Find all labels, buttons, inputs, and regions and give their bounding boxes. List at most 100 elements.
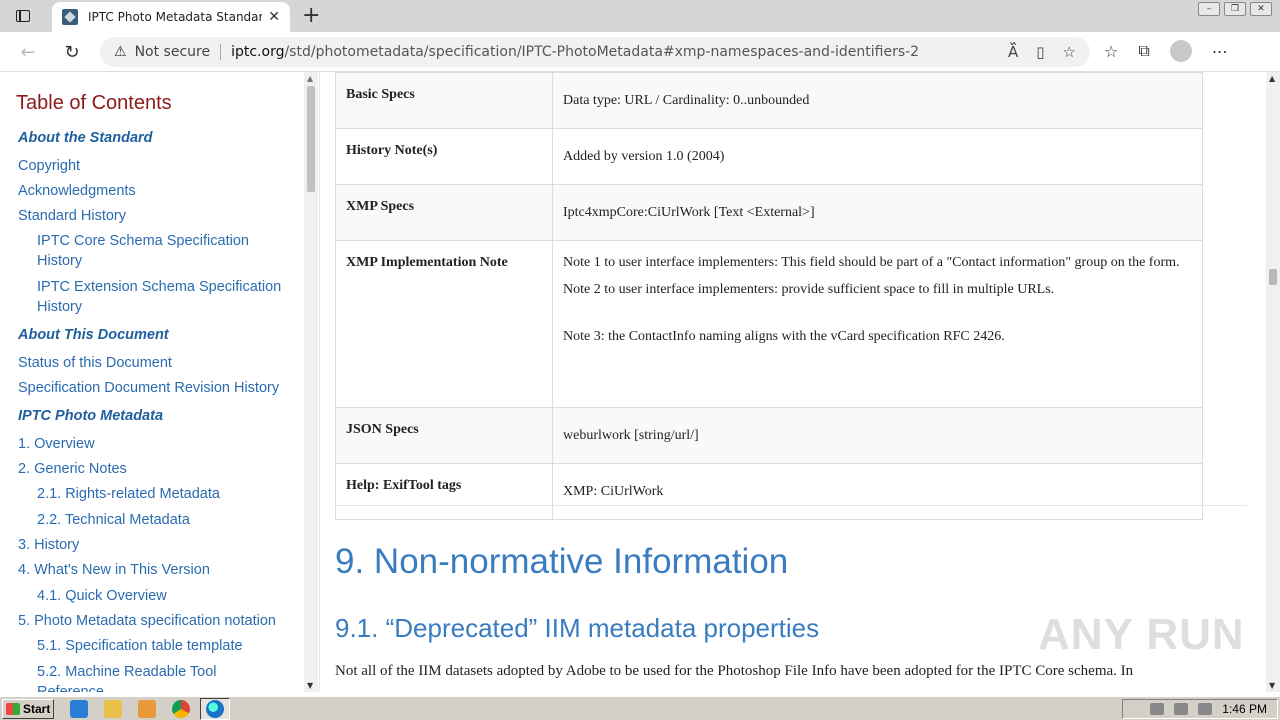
toc-item[interactable]: 2.1. Rights-related Metadata bbox=[0, 484, 300, 504]
address-bar[interactable]: ⚠ Not secure iptc.org/std/photometadata/… bbox=[100, 37, 1090, 67]
clock[interactable]: 1:46 PM bbox=[1222, 702, 1267, 716]
toc-item[interactable]: Status of this Document bbox=[0, 353, 300, 373]
spec-value-text: Added by version 1.0 (2004) bbox=[563, 149, 725, 164]
reader-view-icon[interactable]: ▯ bbox=[1036, 43, 1044, 61]
toc-item[interactable]: 2. Generic Notes bbox=[0, 459, 300, 479]
close-window-button[interactable]: ✕ bbox=[1250, 2, 1272, 16]
warning-icon[interactable]: ⚠ bbox=[114, 44, 127, 60]
toc-list: About the Standard Copyright Acknowledgm… bbox=[0, 128, 300, 692]
window-controls: – ❐ ✕ bbox=[1198, 2, 1272, 16]
system-tray: 1:46 PM bbox=[1122, 699, 1278, 719]
spec-value: XMP: CiUrlWork bbox=[552, 463, 1203, 520]
page-scroll-thumb[interactable] bbox=[1269, 269, 1277, 285]
toc-item[interactable]: 4.1. Quick Overview bbox=[0, 586, 300, 606]
toolbar-icons: ☆ ⧉ ⋯ bbox=[1104, 40, 1228, 62]
spec-value-text: weburlwork [string/url/] bbox=[563, 428, 699, 443]
toc-item[interactable]: Specification Document Revision History bbox=[0, 378, 300, 398]
spec-key: JSON Specs bbox=[335, 407, 553, 464]
start-label: Start bbox=[23, 702, 51, 716]
table-row: JSON Specs weburlwork [string/url/] bbox=[335, 407, 1203, 464]
more-menu-icon[interactable]: ⋯ bbox=[1212, 42, 1228, 61]
edge-taskbar-button[interactable] bbox=[200, 698, 230, 720]
toc-item[interactable]: 1. Overview bbox=[0, 434, 300, 454]
back-button[interactable]: ← bbox=[16, 40, 40, 64]
start-button[interactable]: Start bbox=[2, 699, 54, 719]
read-aloud-icon[interactable]: A᷈ bbox=[1008, 43, 1018, 61]
spec-value-text: Note 3: the ContactInfo naming aligns wi… bbox=[563, 329, 1005, 344]
paragraph-text: Not all of the IIM datasets adopted by A… bbox=[335, 663, 1134, 679]
table-row: XMP Specs Iptc4xmpCore:CiUrlWork [Text <… bbox=[335, 184, 1203, 241]
toc-item[interactable]: 3. History bbox=[0, 535, 300, 555]
table-row: History Note(s) Added by version 1.0 (20… bbox=[335, 128, 1203, 185]
spec-value-text: Iptc4xmpCore:CiUrlWork [Text <External>] bbox=[563, 205, 815, 220]
favorites-icon[interactable]: ☆ bbox=[1104, 42, 1118, 61]
table-row: XMP Implementation Note Note 1 to user i… bbox=[335, 240, 1203, 408]
not-secure-label[interactable]: Not secure bbox=[135, 44, 211, 60]
scroll-up-icon[interactable]: ▲ bbox=[307, 74, 313, 83]
collections-icon[interactable]: ⧉ bbox=[1138, 41, 1149, 61]
toc-item[interactable]: Standard History bbox=[0, 206, 300, 226]
toc-item[interactable]: 5.2. Machine Readable Tool Reference bbox=[0, 662, 240, 692]
spec-key: History Note(s) bbox=[335, 128, 553, 185]
spec-value: Iptc4xmpCore:CiUrlWork [Text <External>] bbox=[552, 184, 1203, 241]
url-text[interactable]: iptc.org/std/photometadata/specification… bbox=[231, 44, 1008, 60]
toc-item[interactable]: 2.2. Technical Metadata bbox=[0, 510, 300, 530]
toc-title: Table of Contents bbox=[16, 92, 172, 114]
spec-value-text: Data type: URL / Cardinality: 0..unbound… bbox=[563, 93, 810, 108]
security-icon[interactable] bbox=[1198, 703, 1213, 715]
spec-value-text: XMP: CiUrlWork bbox=[563, 484, 664, 499]
toc-item[interactable]: Acknowledgments bbox=[0, 181, 300, 201]
tab-title: IPTC Photo Metadata Standard bbox=[88, 10, 263, 24]
anyrun-watermark-logo: ANY RUN bbox=[1038, 610, 1245, 659]
toc-item[interactable]: 5.1. Specification table template bbox=[0, 636, 300, 656]
toc-item[interactable]: About This Document bbox=[0, 325, 300, 345]
new-tab-button[interactable]: + bbox=[302, 4, 320, 28]
toc-sidebar: Table of Contents About the Standard Cop… bbox=[0, 72, 320, 692]
table-row: Help: ExifTool tags XMP: CiUrlWork bbox=[335, 463, 1203, 520]
toc-item[interactable]: 5. Photo Metadata specification notation bbox=[0, 611, 300, 631]
tab-bar: IPTC Photo Metadata Standard ✕ + – ❐ ✕ bbox=[0, 0, 1280, 32]
chrome-icon[interactable] bbox=[172, 700, 190, 718]
spec-table: Basic Specs Data type: URL / Cardinality… bbox=[335, 72, 1203, 520]
edge-icon bbox=[206, 700, 224, 718]
browser-tab[interactable]: IPTC Photo Metadata Standard ✕ bbox=[52, 2, 290, 32]
navigation-bar: ← ↻ ⚠ Not secure iptc.org/std/photometad… bbox=[0, 32, 1280, 72]
subsection-heading: 9.1. “Deprecated” IIM metadata propertie… bbox=[335, 613, 820, 643]
arrow-left-icon: ← bbox=[20, 41, 36, 63]
table-row: Basic Specs Data type: URL / Cardinality… bbox=[335, 72, 1203, 129]
sidebar-scrollbar[interactable]: ▲ ▼ bbox=[304, 72, 318, 692]
restore-button[interactable]: ❐ bbox=[1224, 2, 1246, 16]
url-path: /std/photometadata/specification/IPTC-Ph… bbox=[284, 44, 920, 60]
iptc-favicon-icon bbox=[62, 9, 78, 25]
scroll-down-icon[interactable]: ▼ bbox=[307, 681, 313, 690]
toc-item[interactable]: Copyright bbox=[0, 156, 300, 176]
reload-button[interactable]: ↻ bbox=[60, 40, 84, 64]
scroll-down-icon[interactable]: ▼ bbox=[1269, 681, 1275, 690]
toc-item[interactable]: About the Standard bbox=[0, 128, 300, 148]
toc-item[interactable]: 4. What's New in This Version bbox=[0, 560, 300, 580]
spec-value: Data type: URL / Cardinality: 0..unbound… bbox=[552, 72, 1203, 129]
media-player-icon[interactable] bbox=[138, 700, 156, 718]
network-icon[interactable] bbox=[1174, 703, 1189, 715]
spec-key: XMP Specs bbox=[335, 184, 553, 241]
tab-actions-icon bbox=[16, 10, 30, 22]
spec-key: XMP Implementation Note bbox=[335, 240, 553, 408]
toc-item[interactable]: IPTC Extension Schema Specification Hist… bbox=[0, 277, 300, 317]
toc-item[interactable]: IPTC Photo Metadata bbox=[0, 406, 300, 426]
sidebar-scroll-thumb[interactable] bbox=[307, 86, 315, 192]
page-scrollbar[interactable]: ▲ ▼ bbox=[1266, 72, 1280, 692]
profile-avatar[interactable] bbox=[1169, 40, 1192, 62]
volume-icon[interactable] bbox=[1150, 703, 1165, 715]
tab-actions-button[interactable] bbox=[8, 6, 38, 26]
taskbar: Start 1:46 PM bbox=[0, 696, 1280, 720]
scroll-up-icon[interactable]: ▲ bbox=[1269, 74, 1275, 83]
toc-item[interactable]: IPTC Core Schema Specification History bbox=[0, 231, 290, 271]
add-favorite-icon[interactable]: ☆ bbox=[1063, 43, 1076, 61]
ie-icon[interactable] bbox=[70, 700, 88, 718]
minimize-button[interactable]: – bbox=[1198, 2, 1220, 16]
tab-close-icon[interactable]: ✕ bbox=[268, 9, 280, 25]
windows-flag-icon bbox=[6, 703, 20, 715]
section-divider bbox=[335, 505, 1247, 506]
address-separator bbox=[220, 44, 222, 60]
folder-icon[interactable] bbox=[104, 700, 122, 718]
